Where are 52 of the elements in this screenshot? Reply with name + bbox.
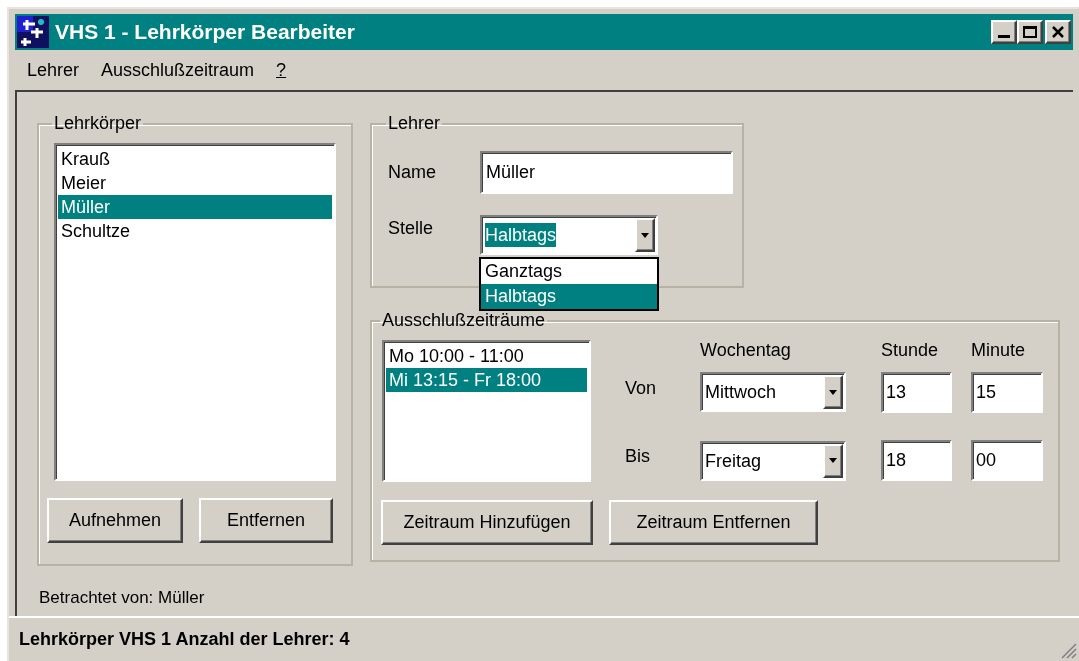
weekday-dropdown[interactable]: Mittwoch bbox=[700, 372, 846, 413]
name-field[interactable]: Müller bbox=[480, 151, 733, 194]
list-box[interactable]: Krauß Meier Müller Schultze bbox=[54, 143, 336, 481]
menu-item[interactable]: Lehrer bbox=[27, 56, 80, 84]
weekday-dropdown[interactable]: Freitag bbox=[700, 440, 846, 481]
group-title: Lehrer bbox=[387, 112, 442, 135]
menu-item[interactable]: Ausschlußzeitraum bbox=[101, 56, 255, 84]
minimize-icon bbox=[998, 35, 1010, 38]
list-item[interactable]: Schultze bbox=[58, 219, 332, 243]
hour-field[interactable]: 13 bbox=[881, 372, 952, 413]
dropdown-button[interactable] bbox=[823, 443, 843, 478]
field-label: Stelle bbox=[388, 216, 435, 240]
add-button[interactable]: Aufnehmen bbox=[47, 498, 183, 543]
caret-icon bbox=[829, 458, 837, 464]
maximize-icon bbox=[1023, 26, 1037, 38]
minute-field[interactable]: 00 bbox=[971, 440, 1043, 482]
remove-button[interactable]: Entfernen bbox=[199, 498, 333, 543]
column-header: Stunde bbox=[881, 338, 940, 362]
column-header: Wochentag bbox=[700, 338, 792, 362]
group-title: Ausschlußzeiträume bbox=[381, 309, 547, 332]
list-item[interactable]: Meier bbox=[58, 171, 332, 195]
row-label: Bis bbox=[625, 445, 651, 469]
maximize-button[interactable] bbox=[1017, 20, 1043, 44]
minimize-button[interactable] bbox=[991, 20, 1017, 44]
caret-icon bbox=[829, 390, 837, 395]
caret-icon bbox=[641, 232, 649, 238]
field-label: Name bbox=[388, 161, 437, 184]
dropdown-button[interactable] bbox=[823, 375, 843, 410]
minute-field[interactable]: 15 bbox=[971, 372, 1043, 413]
position-dropdown[interactable]: Halbtags bbox=[480, 215, 658, 255]
list-box[interactable]: Mo 10:00 - 11:00 Mi 13:15 - Fr 18:00 bbox=[382, 340, 591, 482]
dropdown-option[interactable]: Halbtags bbox=[481, 284, 657, 309]
close-button[interactable] bbox=[1045, 20, 1071, 44]
group-title: Lehrkörper bbox=[53, 112, 143, 135]
remove-period-button[interactable]: Zeitraum Entfernen bbox=[609, 500, 818, 545]
list-item[interactable]: Mo 10:00 - 11:00 bbox=[386, 344, 587, 368]
status-text: Lehrkörper VHS 1 Anzahl der Lehrer: 4 bbox=[19, 628, 350, 651]
dropdown-option[interactable]: Ganztags bbox=[481, 259, 657, 284]
list-item[interactable]: Müller bbox=[58, 195, 332, 219]
app-icon bbox=[17, 16, 49, 48]
row-label: Von bbox=[625, 377, 658, 400]
resize-grip-icon bbox=[1059, 641, 1077, 659]
window-title: VHS 1 - Lehrkörper Bearbeiter bbox=[55, 19, 355, 46]
menu-item[interactable]: ? bbox=[276, 56, 287, 84]
close-icon bbox=[1052, 26, 1064, 38]
column-header: Minute bbox=[971, 338, 1027, 362]
viewed-by-text: Betrachtet von: Müller bbox=[39, 587, 205, 610]
hour-field[interactable]: 18 bbox=[881, 440, 952, 482]
dropdown-button[interactable] bbox=[635, 218, 655, 252]
add-period-button[interactable]: Zeitraum Hinzufügen bbox=[381, 500, 593, 545]
list-item[interactable]: Mi 13:15 - Fr 18:00 bbox=[386, 368, 587, 392]
list-item[interactable]: Krauß bbox=[58, 147, 332, 171]
